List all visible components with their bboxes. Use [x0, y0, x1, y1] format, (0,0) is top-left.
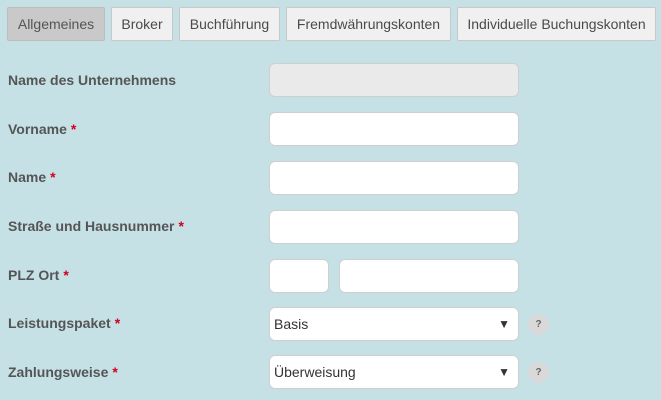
zip-city-label: PLZ Ort * — [8, 267, 69, 283]
tab-fremdwaehrungskonten[interactable]: Fremdwährungskonten — [286, 7, 451, 41]
street-label: Straße und Hausnummer * — [8, 218, 184, 234]
required-mark: * — [63, 267, 69, 283]
required-mark: * — [50, 169, 56, 185]
city-field[interactable] — [339, 259, 519, 293]
package-label-text: Leistungspaket — [8, 315, 111, 331]
street-field[interactable] — [269, 210, 519, 244]
required-mark: * — [112, 364, 118, 380]
package-select[interactable]: Basis ▼ — [269, 307, 519, 341]
payment-selected-value: Überweisung — [274, 364, 356, 380]
tab-allgemeines[interactable]: Allgemeines — [7, 7, 105, 41]
first-name-label: Vorname * — [8, 121, 76, 137]
package-help-icon[interactable]: ? — [528, 314, 549, 335]
payment-label: Zahlungsweise * — [8, 364, 118, 380]
chevron-down-icon: ▼ — [498, 317, 510, 331]
last-name-field[interactable] — [269, 161, 519, 195]
package-selected-value: Basis — [274, 316, 309, 332]
company-name-field[interactable] — [269, 63, 519, 97]
company-name-label-text: Name des Unternehmens — [8, 72, 177, 88]
zip-city-label-text: PLZ Ort — [8, 267, 60, 283]
tab-individuelle-buchungskonten[interactable]: Individuelle Buchungskonten — [457, 7, 656, 41]
last-name-label-text: Name — [8, 169, 47, 185]
required-mark: * — [178, 218, 184, 234]
settings-page: Allgemeines Broker Buchführung Fremdwähr… — [0, 0, 661, 400]
required-mark: * — [114, 315, 121, 331]
zip-field[interactable] — [269, 259, 329, 293]
tab-broker[interactable]: Broker — [111, 7, 173, 41]
required-mark: * — [70, 121, 77, 137]
last-name-label: Name * — [8, 169, 56, 185]
package-label: Leistungspaket * — [8, 315, 120, 331]
first-name-field[interactable] — [269, 112, 519, 146]
payment-label-text: Zahlungsweise — [8, 364, 109, 380]
first-name-label-text: Vorname — [8, 121, 67, 137]
chevron-down-icon: ▼ — [498, 365, 510, 379]
payment-select[interactable]: Überweisung ▼ — [269, 355, 519, 389]
payment-help-icon[interactable]: ? — [528, 362, 549, 383]
street-label-text: Straße und Hausnummer — [8, 218, 175, 234]
tab-bar: Allgemeines Broker Buchführung Fremdwähr… — [0, 0, 661, 50]
company-name-label: Name des Unternehmens — [8, 72, 176, 88]
tab-buchfuehrung[interactable]: Buchführung — [179, 7, 280, 41]
